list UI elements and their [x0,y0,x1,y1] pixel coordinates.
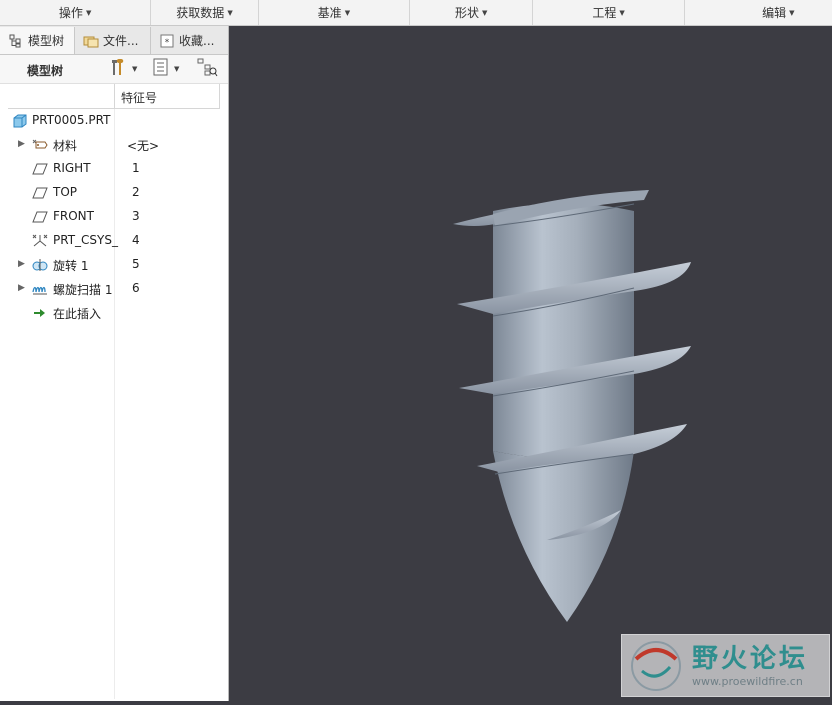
tree-item-label: TOP [53,185,78,199]
model-tree-icon [8,34,24,48]
chevron-down-icon: ▼ [789,8,795,17]
feature-number: 1 [132,161,140,175]
tab-label: 文件... [103,34,139,48]
tree-item-part[interactable]: PRT0005.PRT [8,109,220,133]
column-divider[interactable] [219,84,220,108]
feature-number: 2 [132,185,140,199]
ribbon-group-label: 获取数据 [176,6,225,20]
insert-here-icon [32,306,48,320]
tree-item-label: RIGHT [53,161,91,175]
tree-item-top-plane[interactable]: TOP 2 [8,181,220,205]
ribbon-group-editing[interactable]: 编辑 ▼ [685,0,832,25]
tree-item-label: FRONT [53,209,94,223]
tree-item-label: 材料 [53,139,78,153]
tab-label: 模型树 [28,34,65,48]
ribbon-group-label: 工程 [592,6,617,20]
tree-item-label: 螺旋扫描 1 [53,283,113,297]
tools-icon [108,57,128,81]
screw-model[interactable] [229,26,832,701]
tree-item-label: 在此插入 [53,307,102,321]
watermark-url: www.proewildfire.cn [692,675,803,688]
chevron-down-icon: ▼ [132,65,138,73]
chevron-down-icon: ▼ [174,65,180,73]
forum-watermark: 野火论坛 www.proewildfire.cn [621,634,830,697]
chevron-down-icon: ▼ [227,8,233,17]
ribbon-group-label: 操作 [58,6,83,20]
tab-folder-browser[interactable]: 文件... [75,27,151,54]
ribbon-group-operations[interactable]: 操作 ▼ [0,0,152,25]
chevron-down-icon: ▼ [85,8,92,17]
ribbon-group-label: 基准 [317,6,342,20]
expand-arrow-icon[interactable]: ▶ [18,139,25,149]
ribbon-group-bar: 操作 ▼ 获取数据 ▼ 基准 ▼ 形状 ▼ 工程 ▼ 编辑 ▼ [0,0,832,26]
chevron-down-icon: ▼ [619,8,625,17]
ribbon-group-shapes[interactable]: 形状 ▼ [410,0,534,25]
tree-item-label: PRT_CSYS_ [53,233,118,247]
svg-text:*: * [165,38,170,48]
ribbon-group-label: 形状 [455,6,480,20]
datum-plane-icon [32,162,48,176]
tree-item-material[interactable]: ▶ 材料 <无> [8,133,220,157]
forum-logo-icon [631,641,681,691]
expand-arrow-icon[interactable]: ▶ [18,259,25,269]
ribbon-group-get-data[interactable]: 获取数据 ▼ [151,0,259,25]
column-divider[interactable] [114,84,115,108]
tree-item-label: PRT0005.PRT [32,113,111,127]
graphics-viewport[interactable] [229,26,832,701]
navigator-panel: 模型树 文件... * 收藏... 模型树 ▼ ▼ 特征号 PRT0005.PR… [0,26,229,701]
revolve-icon [32,258,48,272]
watermark-name: 野火论坛 [692,644,809,674]
navigator-tabs: 模型树 文件... * 收藏... [0,26,228,55]
tab-model-tree[interactable]: 模型树 [0,27,75,54]
filter-icon [196,57,218,81]
folder-icon [83,34,99,48]
tab-label: 收藏... [179,34,215,48]
column-header-feature-number[interactable]: 特征号 [121,89,157,106]
tree-item-front-plane[interactable]: FRONT 3 [8,205,220,229]
settings-button[interactable]: ▼ [108,59,137,79]
tab-favorites[interactable]: * 收藏... [151,27,228,54]
tree-item-helical-sweep[interactable]: ▶ 螺旋扫描 1 6 [8,277,220,301]
feature-number: <无> [127,139,160,153]
tree-item-csys[interactable]: PRT_CSYS_ 4 [8,229,220,253]
expand-arrow-icon[interactable]: ▶ [18,283,25,293]
chevron-down-icon: ▼ [482,8,488,17]
ribbon-group-engineering[interactable]: 工程 ▼ [533,0,685,25]
csys-icon [32,234,48,248]
tree-column-header: 特征号 [8,84,220,109]
tree-item-label: 旋转 1 [53,259,89,273]
chevron-down-icon: ▼ [344,8,351,17]
favorites-icon: * [159,34,175,48]
feature-number: 6 [132,281,140,295]
show-button[interactable]: ▼ [152,57,180,81]
model-tree-toolbar: 模型树 ▼ ▼ [0,55,228,84]
part-icon [12,114,28,128]
feature-number: 5 [132,257,140,271]
filter-button[interactable] [196,57,218,81]
model-tree: PRT0005.PRT ▶ 材料 <无> RIGHT 1 TOP 2 FRONT… [8,109,220,699]
tree-item-insert-here[interactable]: 在此插入 [8,301,220,325]
tree-item-right-plane[interactable]: RIGHT 1 [8,157,220,181]
feature-number: 4 [132,233,140,247]
ribbon-group-datum[interactable]: 基准 ▼ [259,0,411,25]
datum-plane-icon [32,210,48,224]
toolbar-title: 模型树 [27,64,64,78]
helical-sweep-icon [32,282,48,296]
tree-item-revolve[interactable]: ▶ 旋转 1 5 [8,253,220,277]
list-icon [152,57,170,81]
material-icon [32,138,48,152]
ribbon-group-label: 编辑 [762,6,787,20]
datum-plane-icon [32,186,48,200]
feature-number: 3 [132,209,140,223]
